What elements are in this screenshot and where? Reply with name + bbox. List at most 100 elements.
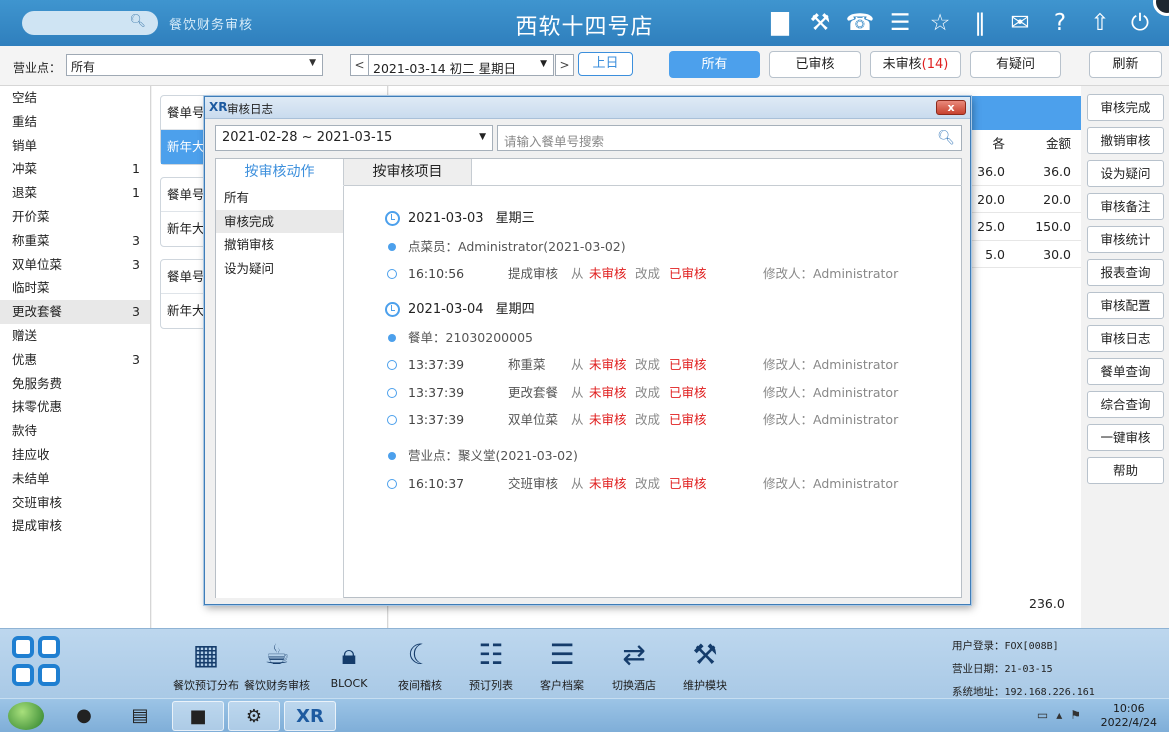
nav-item[interactable]: 双单位菜 3: [0, 253, 150, 277]
nav-item[interactable]: 抹零优惠: [0, 395, 150, 419]
filter-questionable-button[interactable]: 有疑问: [970, 51, 1061, 78]
filter-unaudited-button[interactable]: 未审核(14): [870, 51, 961, 78]
nav-item[interactable]: 优惠 3: [0, 348, 150, 372]
order-query-button[interactable]: 餐单查询: [1087, 358, 1164, 385]
file-explorer-icon[interactable]: ▤: [114, 701, 166, 731]
app-logo-icon[interactable]: [12, 636, 64, 690]
phone-icon[interactable]: ☎: [843, 6, 877, 40]
date-picker[interactable]: 2021-03-14 初二 星期日 ▼: [368, 54, 554, 76]
nav-item[interactable]: 提成审核: [0, 514, 150, 538]
date-range-select[interactable]: 2021-02-28 ~ 2021-03-15 ▼: [215, 125, 493, 151]
timeline-group-head: 点菜员：Administrator(2021-03-02): [382, 233, 952, 260]
xr-app-icon[interactable]: XR: [284, 701, 336, 731]
timeline-group-head: 营业点：聚义堂(2021-03-02): [382, 442, 952, 469]
close-button[interactable]: x: [936, 100, 966, 115]
dialog-title: 审核日志: [227, 102, 273, 116]
bullet-dot-icon: [388, 243, 396, 251]
nav-item[interactable]: 交班审核: [0, 491, 150, 515]
clock[interactable]: 10:06 2022/4/24: [1101, 702, 1157, 730]
filter-all-button[interactable]: 所有: [669, 51, 760, 78]
nav-item[interactable]: 销单: [0, 134, 150, 158]
revoke-audit-button[interactable]: 撤销审核: [1087, 127, 1164, 154]
audit-log-button[interactable]: 审核日志: [1087, 325, 1164, 352]
java-ide-icon[interactable]: ⚙: [228, 701, 280, 731]
business-point-value: 所有: [71, 60, 96, 74]
columns-icon[interactable]: ‖: [963, 6, 997, 40]
dock-item-finance-audit[interactable]: ☕ 餐饮财务审核: [241, 637, 313, 693]
date-next-button[interactable]: >: [555, 54, 574, 76]
action-filter-item[interactable]: 设为疑问: [216, 257, 343, 281]
one-click-audit-button[interactable]: 一键审核: [1087, 424, 1164, 451]
dialog-tabs: 按审核动作 按审核项目: [216, 159, 472, 186]
mark-question-button[interactable]: 设为疑问: [1087, 160, 1164, 187]
lock-icon: 🔒︎: [341, 638, 357, 671]
audit-config-button[interactable]: 审核配置: [1087, 292, 1164, 319]
nav-item[interactable]: 临时菜: [0, 276, 150, 300]
audit-log-dialog: XR 审核日志 x 2021-02-28 ~ 2021-03-15 ▼ 请输入餐…: [204, 96, 971, 605]
power-icon[interactable]: ⏻: [1123, 6, 1157, 40]
tab-by-item[interactable]: 按审核项目: [344, 159, 472, 186]
table-total: 236.0: [1029, 596, 1065, 611]
xr-logo-icon: XR: [209, 100, 228, 114]
folder-icon[interactable]: ■: [172, 701, 224, 731]
mail-icon[interactable]: ✉: [1003, 6, 1037, 40]
os-taskbar: ● ▤ ■ ⚙ XR ▭▴⚑ 10:06 2022/4/24: [0, 698, 1169, 732]
date-prev-button[interactable]: <: [350, 54, 369, 76]
audit-note-button[interactable]: 审核备注: [1087, 193, 1164, 220]
switch-icon: ⇄: [622, 638, 646, 671]
timeline-entry: 16:10:56 提成审核 从 未审核 改成 已审核 修改人：Administr…: [382, 260, 952, 287]
tab-by-action[interactable]: 按审核动作: [216, 159, 344, 186]
business-point-select[interactable]: 所有 ▼: [66, 54, 323, 76]
audit-category-list: 空结 重结 销单 冲菜 1 退菜 1 开价菜 称重菜 3 双单位菜 3 临时菜 更改套餐…: [0, 86, 151, 628]
moon-icon: ☾: [407, 638, 433, 671]
filter-unaudited-label: 未审核: [882, 57, 922, 72]
nav-item[interactable]: 赠送: [0, 324, 150, 348]
report-query-button[interactable]: 报表查询: [1087, 259, 1164, 286]
nav-item[interactable]: 退菜 1: [0, 181, 150, 205]
audit-complete-button[interactable]: 审核完成: [1087, 94, 1164, 121]
nav-item[interactable]: 空结: [0, 86, 150, 110]
action-filter-item[interactable]: 所有: [216, 186, 343, 210]
clock-date: 2022/4/24: [1100, 716, 1157, 729]
order-search-input[interactable]: 请输入餐单号搜索 🔍︎: [497, 125, 962, 151]
dialog-title-bar[interactable]: XR 审核日志 x: [205, 97, 970, 119]
action-filter-item-selected[interactable]: 审核完成: [216, 209, 343, 233]
nav-item[interactable]: 免服务费: [0, 372, 150, 396]
combined-query-button[interactable]: 综合查询: [1087, 391, 1164, 418]
dock-item-switch-hotel[interactable]: ⇄ 切换酒店: [598, 637, 670, 693]
start-button[interactable]: [8, 702, 44, 730]
refresh-button[interactable]: 刷新: [1089, 51, 1162, 78]
col-amount-header: 金额: [1045, 136, 1071, 151]
system-tray-icons[interactable]: ▭▴⚑: [1037, 708, 1089, 722]
action-filter-item[interactable]: 撤销审核: [216, 233, 343, 257]
ring-dot-icon: [387, 387, 397, 398]
menu-icon[interactable]: ☰: [883, 6, 917, 40]
audit-stats-button[interactable]: 审核统计: [1087, 226, 1164, 253]
nav-item-selected[interactable]: 更改套餐 3: [0, 300, 150, 324]
previous-day-button[interactable]: 上日: [578, 52, 633, 76]
export-icon[interactable]: ⇧: [1083, 6, 1117, 40]
nav-item[interactable]: 冲菜 1: [0, 157, 150, 181]
nav-item[interactable]: 款待: [0, 419, 150, 443]
date-value: 2021-03-14 初二 星期日: [373, 61, 517, 76]
dock-item-reservation-distribution[interactable]: ▦ 餐饮预订分布: [170, 637, 242, 693]
search-icon[interactable]: 🔍︎: [937, 130, 955, 146]
nav-item[interactable]: 未结单: [0, 467, 150, 491]
tools-icon[interactable]: ⚒: [803, 6, 837, 40]
timeline-entry: 13:37:39 双单位菜 从 未审核 改成 已审核 修改人：Administr…: [382, 406, 952, 433]
firefox-icon[interactable]: ●: [58, 701, 110, 731]
nav-item[interactable]: 称重菜 3: [0, 229, 150, 253]
dock-item-maintenance[interactable]: ⚒ 维护模块: [669, 637, 741, 693]
filter-audited-button[interactable]: 已审核: [769, 51, 861, 78]
dock-item-customer-profile[interactable]: ☰ 客户档案: [526, 637, 598, 693]
dock-item-reservation-list[interactable]: ☷ 预订列表: [455, 637, 527, 693]
dock-item-block[interactable]: 🔒︎ BLOCK: [313, 637, 385, 690]
nav-item[interactable]: 开价菜: [0, 205, 150, 229]
help-button[interactable]: 帮助: [1087, 457, 1164, 484]
dock-item-night-audit[interactable]: ☾ 夜间稽核: [384, 637, 456, 693]
nav-item[interactable]: 重结: [0, 110, 150, 134]
nav-item[interactable]: 挂应收: [0, 443, 150, 467]
signal-icon[interactable]: ▇: [763, 6, 797, 40]
help-icon[interactable]: ?: [1043, 6, 1077, 40]
star-icon[interactable]: ☆: [923, 6, 957, 40]
